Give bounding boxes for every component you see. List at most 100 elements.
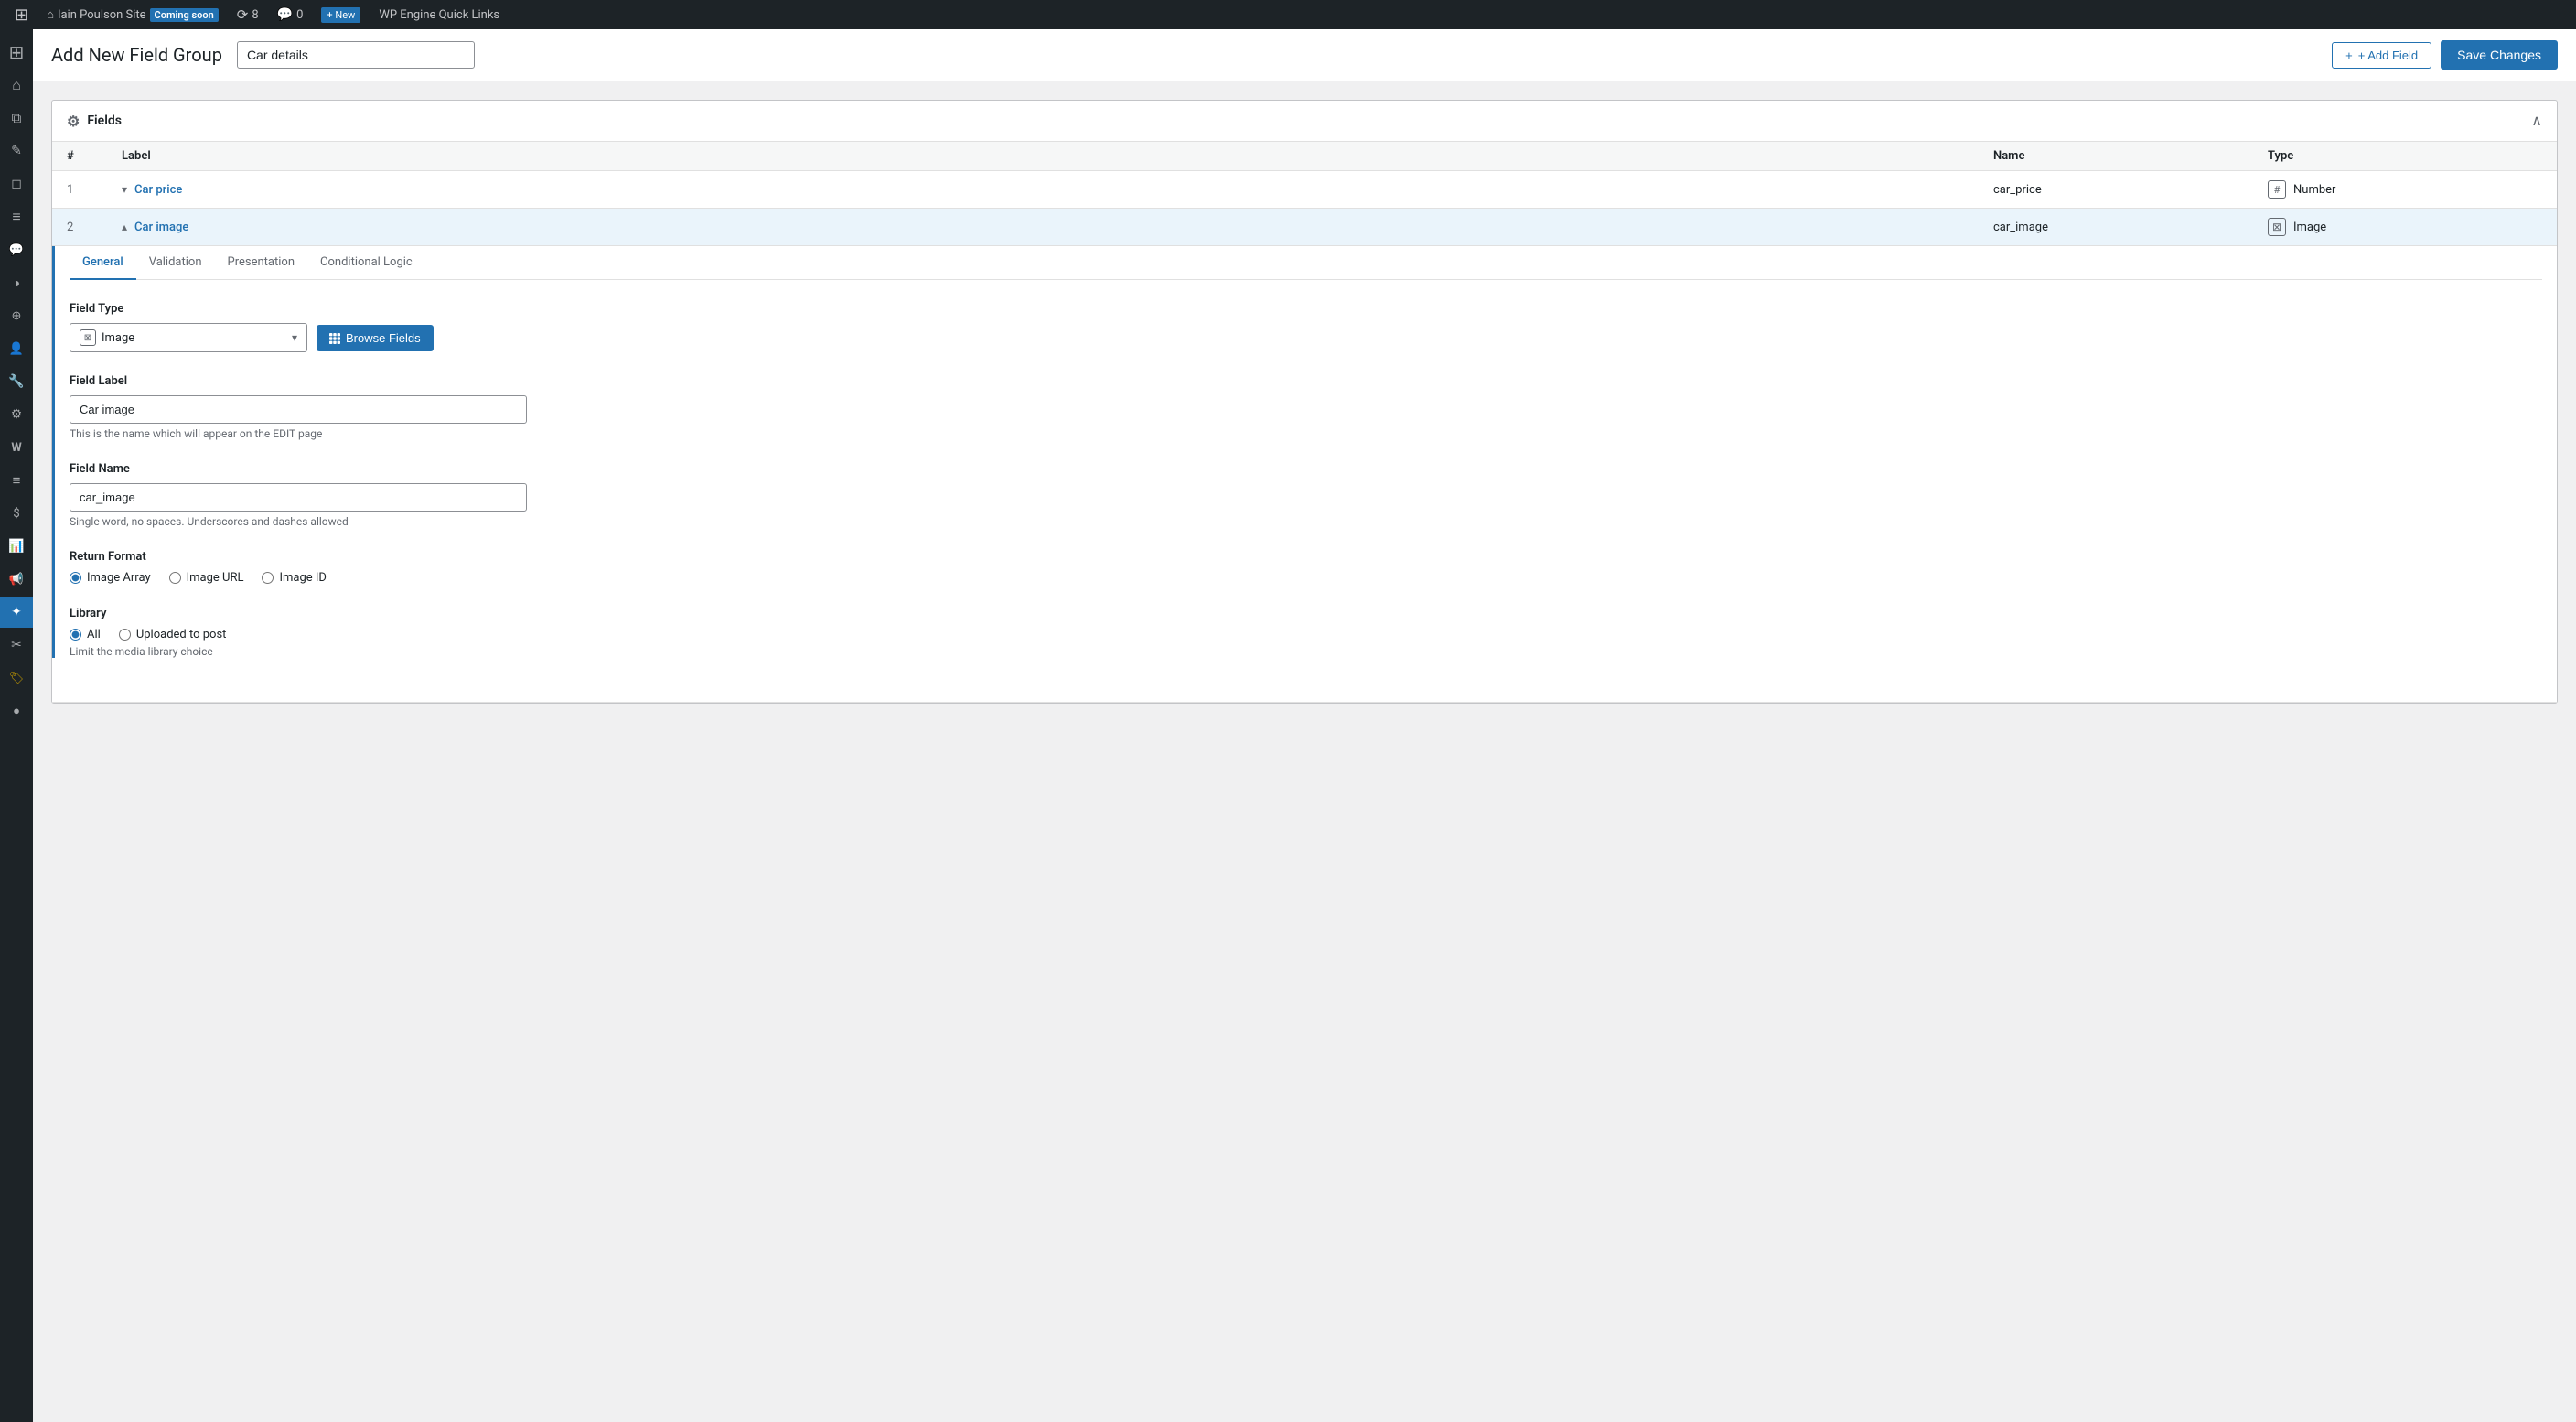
comments-bar[interactable]: 💬 0 xyxy=(270,0,311,29)
updates-bar[interactable]: ⟳ 8 xyxy=(230,0,266,29)
library-uploaded-radio[interactable] xyxy=(119,629,131,641)
library-hint: Limit the media library choice xyxy=(70,645,2542,658)
sidebar: ⊞ ⌂ ⧉ ✎ ◻ ≡ 💬 ◑ ⊕ 👤 🔧 ⚙ W ≡ $ 📊 📢 ✦ ✂ 🏷 … xyxy=(0,29,33,1422)
sidebar-item-pencil[interactable]: ✎ xyxy=(0,135,33,167)
library-section: Library All Uploaded to post xyxy=(70,607,2542,658)
page-header: Add New Field Group + + Add Field Save C… xyxy=(33,29,2576,81)
field-name-section: Field Name Single word, no spaces. Under… xyxy=(70,462,2542,528)
sidebar-item-tools[interactable]: 🔧 xyxy=(0,366,33,397)
sidebar-item-settings[interactable]: ⚙ xyxy=(0,399,33,430)
fields-panel-header: ⚙ Fields ∧ xyxy=(52,101,2557,142)
field-type-2: ⊠ Image xyxy=(2268,218,2542,236)
main-layout: ⊞ ⌂ ⧉ ✎ ◻ ≡ 💬 ◑ ⊕ 👤 🔧 ⚙ W ≡ $ 📊 📢 ✦ ✂ 🏷 … xyxy=(0,29,2576,1422)
library-all-radio[interactable] xyxy=(70,629,81,641)
field-label-label: Field Label xyxy=(70,374,2542,388)
main-content: Add New Field Group + + Add Field Save C… xyxy=(33,29,2576,1422)
field-name-input[interactable] xyxy=(70,483,527,512)
sidebar-item-orders[interactable]: $ xyxy=(0,498,33,529)
sidebar-item-plugins[interactable]: ⊕ xyxy=(0,300,33,331)
field-type-dropdown[interactable]: ⊠ Image ▾ xyxy=(70,323,307,352)
field-name-1: car_price xyxy=(1993,183,2268,197)
return-format-array-option[interactable]: Image Array xyxy=(70,571,151,585)
field-type-section: Field Type ⊠ Image ▾ xyxy=(70,302,2542,352)
library-all-option[interactable]: All xyxy=(70,628,101,641)
sidebar-item-tools2[interactable]: ✂ xyxy=(0,630,33,661)
fields-table-header: # Label Name Type xyxy=(52,142,2557,171)
col-header-type: Type xyxy=(2268,149,2542,163)
field-label-link-1[interactable]: Car price xyxy=(134,183,182,197)
return-format-url-radio[interactable] xyxy=(169,572,181,584)
library-radio-group: All Uploaded to post xyxy=(70,628,2542,641)
sidebar-item-products[interactable]: ≡ xyxy=(0,465,33,496)
sidebar-item-marketing[interactable]: 📢 xyxy=(0,564,33,595)
col-header-label: Label xyxy=(122,149,1993,163)
field-label-hint: This is the name which will appear on th… xyxy=(70,427,2542,440)
image-icon-dropdown: ⊠ xyxy=(80,329,96,346)
library-label: Library xyxy=(70,607,2542,620)
field-num-1: 1 xyxy=(67,183,122,197)
return-format-id-option[interactable]: Image ID xyxy=(262,571,327,585)
wp-logo-icon: ⊞ xyxy=(15,5,28,25)
field-label-cell-2: ▴ Car image xyxy=(122,221,1993,234)
sidebar-item-comments[interactable]: 💬 xyxy=(0,234,33,265)
wp-engine-bar[interactable]: WP Engine Quick Links xyxy=(371,0,507,29)
browse-fields-button[interactable]: Browse Fields xyxy=(317,325,434,351)
sidebar-item-extra[interactable]: ● xyxy=(0,695,33,727)
field-label-link-2[interactable]: Car image xyxy=(134,221,188,234)
page-title: Add New Field Group xyxy=(51,44,222,66)
fields-panel: ⚙ Fields ∧ # Label Name Type 1 ▾ xyxy=(51,100,2558,704)
admin-bar: ⊞ ⌂ Iain Poulson Site Coming soon ⟳ 8 💬 … xyxy=(0,0,2576,29)
grid-browse-icon xyxy=(329,332,340,343)
site-name-bar[interactable]: ⌂ Iain Poulson Site Coming soon xyxy=(39,0,226,29)
tab-presentation[interactable]: Presentation xyxy=(215,246,308,280)
return-format-array-radio[interactable] xyxy=(70,572,81,584)
sidebar-item-badge[interactable]: 🏷 xyxy=(0,663,33,694)
field-type-select-wrapper: ⊠ Image ▾ xyxy=(70,323,2542,352)
fields-settings-icon: ⚙ xyxy=(67,113,80,130)
return-format-url-option[interactable]: Image URL xyxy=(169,571,244,585)
sidebar-item-analytics[interactable]: 📊 xyxy=(0,531,33,562)
header-actions: + + Add Field Save Changes xyxy=(2332,40,2558,70)
field-name-hint: Single word, no spaces. Underscores and … xyxy=(70,515,2542,528)
tab-conditional-logic[interactable]: Conditional Logic xyxy=(307,246,425,280)
tab-validation[interactable]: Validation xyxy=(136,246,215,280)
field-type-label: Field Type xyxy=(70,302,2542,316)
chevron-down-icon: ▾ xyxy=(292,331,297,344)
field-name-label: Field Name xyxy=(70,462,2542,476)
field-tabs: General Validation Presentation Conditio… xyxy=(70,246,2542,280)
save-changes-button[interactable]: Save Changes xyxy=(2441,40,2558,70)
field-type-1: # Number xyxy=(2268,180,2542,199)
add-field-button[interactable]: + + Add Field xyxy=(2332,42,2431,69)
sidebar-item-layers[interactable]: ⧉ xyxy=(0,102,33,134)
return-format-label: Return Format xyxy=(70,550,2542,564)
new-content-bar[interactable]: + New xyxy=(314,0,368,29)
tab-general[interactable]: General xyxy=(70,246,136,280)
sidebar-item-appearance[interactable]: ◑ xyxy=(0,267,33,298)
chevron-down-icon-1[interactable]: ▾ xyxy=(122,183,127,196)
field-label-section: Field Label This is the name which will … xyxy=(70,374,2542,440)
group-name-input[interactable] xyxy=(237,41,475,69)
table-row: 1 ▾ Car price car_price # Number xyxy=(52,171,2557,209)
field-label-cell-1: ▾ Car price xyxy=(122,183,1993,197)
library-uploaded-option[interactable]: Uploaded to post xyxy=(119,628,227,641)
sidebar-item-acf[interactable]: ✦ xyxy=(0,597,33,628)
sidebar-item-pages[interactable]: ≡ xyxy=(0,201,33,232)
updates-icon: ⟳ xyxy=(237,6,249,23)
collapse-panel-button[interactable]: ∧ xyxy=(2531,112,2542,130)
content-area: ⚙ Fields ∧ # Label Name Type 1 ▾ xyxy=(33,81,2576,722)
sidebar-item-home[interactable]: ⌂ xyxy=(0,70,33,101)
sidebar-item-users[interactable]: 👤 xyxy=(0,333,33,364)
return-format-id-radio[interactable] xyxy=(262,572,274,584)
sidebar-item-wp[interactable]: ⊞ xyxy=(0,37,33,68)
coming-soon-badge: Coming soon xyxy=(150,8,219,22)
sidebar-item-media[interactable]: ◻ xyxy=(0,168,33,199)
add-icon: + xyxy=(2345,48,2353,62)
sidebar-item-woo[interactable]: W xyxy=(0,432,33,463)
field-label-input[interactable] xyxy=(70,395,527,424)
chevron-up-icon-2[interactable]: ▴ xyxy=(122,221,127,233)
return-format-radio-group: Image Array Image URL Image ID xyxy=(70,571,2542,585)
field-type-label-1: Number xyxy=(2293,183,2335,197)
return-format-section: Return Format Image Array Image URL xyxy=(70,550,2542,585)
wp-logo-bar[interactable]: ⊞ xyxy=(7,0,36,29)
fields-panel-title: ⚙ Fields xyxy=(67,113,122,130)
